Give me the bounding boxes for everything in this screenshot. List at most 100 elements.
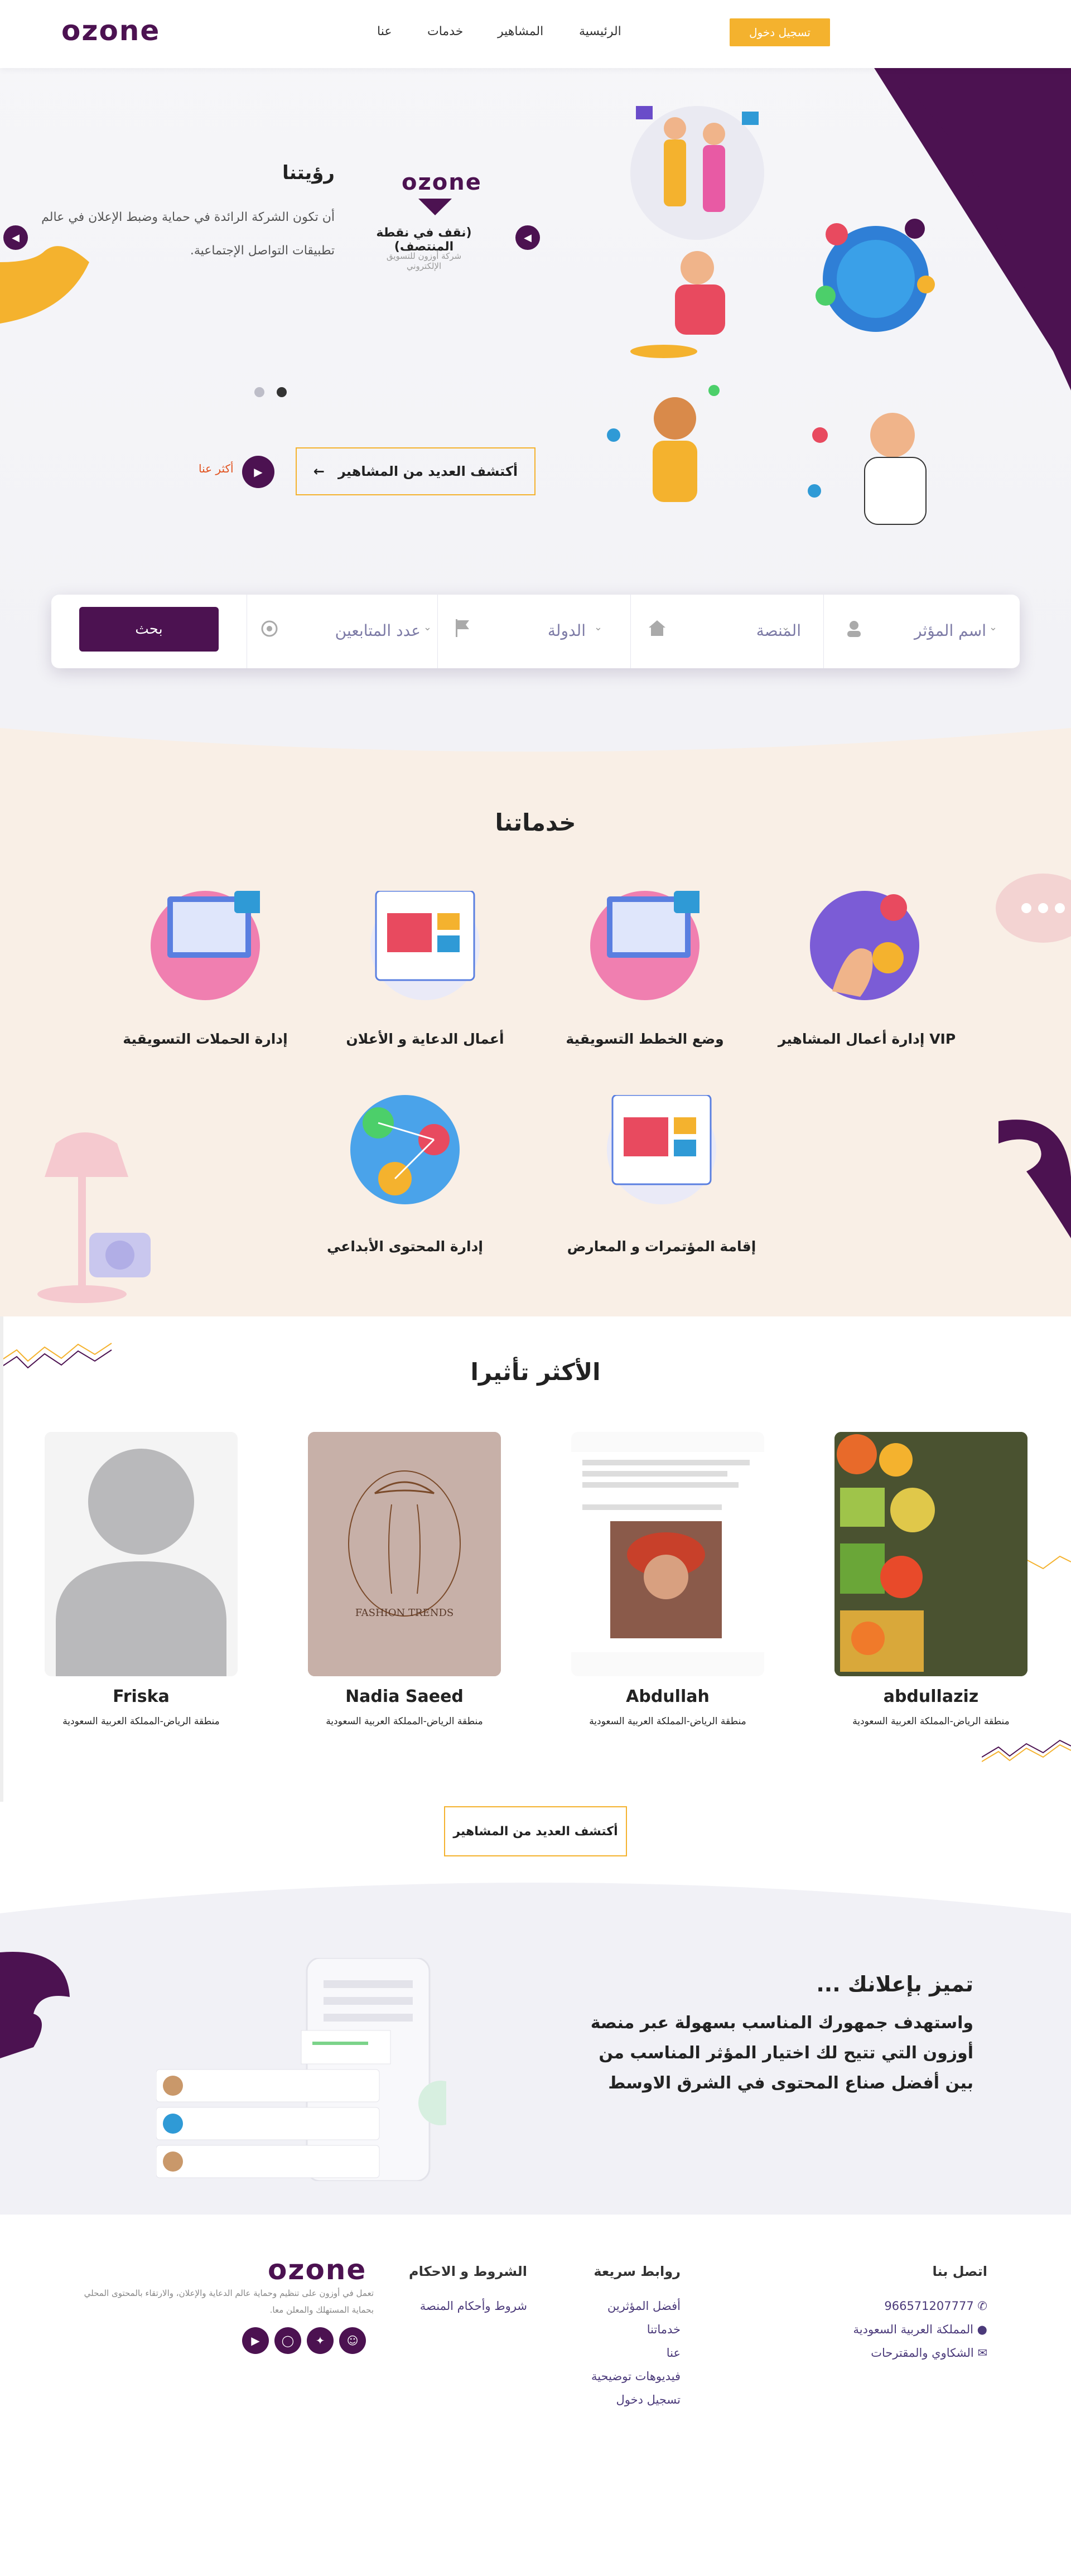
influencer-name: Friska bbox=[113, 1687, 170, 1706]
logo-triangle-icon bbox=[418, 199, 452, 215]
svg-text:FASHION TRENDS: FASHION TRENDS bbox=[355, 1607, 454, 1619]
nav-home[interactable]: الرئيسية bbox=[579, 25, 621, 38]
search-field-country[interactable]: الدولة ⌄ bbox=[437, 595, 630, 668]
promo-top-curve bbox=[0, 1874, 1071, 1913]
influencer-location: منطقة الرياض-المملكة العربية السعودية bbox=[852, 1716, 1010, 1727]
service-label-plans: وضع الخطط التسويقية bbox=[566, 1031, 724, 1047]
influencer-card-abdullaziz[interactable] bbox=[834, 1432, 1027, 1676]
slider-next-button[interactable]: ◀ bbox=[515, 225, 540, 250]
slider-dot-2[interactable] bbox=[277, 387, 287, 397]
phone-guy-illustration bbox=[630, 251, 725, 358]
twitter-icon[interactable]: ✦ bbox=[307, 2327, 334, 2354]
header-logo[interactable]: ozone bbox=[61, 15, 160, 47]
service-label-campaigns: إدارة الحملات التسويقية bbox=[123, 1031, 288, 1047]
service-label-content: إدارة المحتوى الأبداعي bbox=[326, 1238, 483, 1255]
footer-link-services[interactable]: خدماتنا bbox=[647, 2323, 681, 2336]
footer-about-text: تعمل في أوزون على تنظيم وحماية عالم الدع… bbox=[84, 2288, 374, 2315]
youtube-icon[interactable]: ▶ bbox=[242, 2327, 269, 2354]
login-button[interactable]: تسجيل دخول bbox=[730, 18, 830, 46]
influencer-name: Nadia Saeed bbox=[345, 1687, 464, 1706]
vegetables-image bbox=[834, 1432, 1027, 1676]
advertising-icon bbox=[370, 890, 480, 1000]
slider-dot-1[interactable] bbox=[254, 387, 264, 397]
search-bar: اسم المؤثر ⌄ المنصة ⌄ الدولة ⌄ عدد المتا… bbox=[51, 595, 1020, 668]
service-label-conferences: إقامة المؤتمرات و المعارض bbox=[567, 1238, 756, 1255]
flag-icon bbox=[456, 619, 469, 637]
chevron-down-icon: ⌄ bbox=[988, 621, 997, 633]
influencers-title: الأكثر تأثيرا bbox=[470, 1358, 601, 1386]
play-icon[interactable]: ▶ bbox=[242, 456, 274, 488]
footer-link-top-influencers[interactable]: أفضل المؤثرين bbox=[607, 2299, 681, 2313]
service-label-advertising: أعمال الدعاية و الأعلان bbox=[346, 1031, 504, 1047]
footer-phone[interactable]: ✆ 966571207777 bbox=[884, 2299, 987, 2313]
platform-label: المنصة bbox=[756, 621, 801, 640]
vip-management-icon bbox=[810, 891, 919, 1000]
arrow-left-icon: ← bbox=[313, 464, 325, 479]
envelope-icon: ✉ bbox=[977, 2346, 987, 2360]
footer-link-login[interactable]: تسجيل دخول bbox=[616, 2393, 681, 2406]
left-edge-bar bbox=[0, 1316, 3, 1802]
influencer-name: abdullaziz bbox=[883, 1687, 979, 1706]
phone-icon: ✆ bbox=[977, 2299, 987, 2313]
zigzag-decoration bbox=[0, 1343, 112, 1369]
user-icon bbox=[847, 621, 861, 637]
influencer-location: منطقة الرياض-المملكة العربية السعودية bbox=[62, 1716, 220, 1727]
fashion-logo-image: FASHION TRENDS bbox=[308, 1432, 501, 1676]
nav-about[interactable]: عنا bbox=[377, 25, 392, 38]
followers-label: عدد المتابعين bbox=[335, 621, 421, 640]
footer-terms-link[interactable]: شروط وأحكام المنصة bbox=[420, 2299, 527, 2313]
site-header: ozone الرئيسية المشاهير خدمات عنا تسجيل … bbox=[0, 0, 1071, 68]
chat-bubble-decoration bbox=[996, 874, 1071, 943]
purple-arc-decoration bbox=[998, 1120, 1071, 1238]
marketing-plans-icon bbox=[590, 891, 705, 1000]
footer-link-about[interactable]: عنا bbox=[667, 2346, 681, 2360]
nav-services[interactable]: خدمات bbox=[427, 25, 463, 38]
hero-tagline: (نقف في نقطة المنتصف) bbox=[376, 226, 472, 254]
search-field-followers[interactable]: عدد المتابعين ⌄ bbox=[247, 595, 437, 668]
discover-more-celebrities-button[interactable]: أكتشف العديد من المشاهير bbox=[444, 1806, 627, 1856]
chevron-down-icon: ⌄ bbox=[594, 621, 602, 633]
site-footer bbox=[0, 2215, 1071, 2576]
footer-links-title: روابط سريعة bbox=[594, 2264, 681, 2279]
footer-link-videos[interactable]: فيديوهات توضيحية bbox=[591, 2370, 681, 2383]
search-button[interactable]: بحث bbox=[79, 607, 219, 652]
footer-complaints[interactable]: ✉ الشكاوي والمقترحات bbox=[871, 2346, 987, 2360]
people-illustration bbox=[630, 106, 764, 240]
conferences-icon bbox=[607, 1094, 716, 1204]
home-icon bbox=[649, 620, 665, 636]
influencer-name: Abdullah bbox=[626, 1687, 710, 1706]
influencer-card-abdullah[interactable] bbox=[571, 1432, 764, 1676]
influencer-location: منطقة الرياض-المملكة العربية السعودية bbox=[326, 1716, 483, 1727]
footer-complaints-text: الشكاوي والمقترحات bbox=[871, 2346, 974, 2360]
instagram-post-image bbox=[571, 1432, 764, 1676]
search-field-influencer[interactable]: اسم المؤثر ⌄ bbox=[823, 595, 1020, 668]
vision-title: رؤيتنا bbox=[282, 162, 335, 184]
promo-text: واستهدف جمهورك المناسب بسهولة عبر منصة أ… bbox=[590, 2013, 973, 2093]
influencer-name-label: اسم المؤثر bbox=[914, 621, 986, 640]
footer-country-text: المملكة العربية السعودية bbox=[853, 2323, 973, 2336]
creative-content-icon bbox=[350, 1095, 460, 1204]
nav-celebrities[interactable]: المشاهير bbox=[498, 25, 543, 38]
influencer-card-friska[interactable] bbox=[45, 1432, 238, 1676]
discover-celebrities-button[interactable]: أكتشف العديد من المشاهير ← bbox=[296, 447, 536, 495]
snapchat-icon[interactable]: ☺ bbox=[339, 2327, 366, 2354]
slider-prev-button[interactable]: ◀ bbox=[3, 225, 28, 250]
location-pin-icon: ● bbox=[977, 2323, 987, 2336]
zigzag-decoration-bottom bbox=[982, 1739, 1071, 1762]
influencer-card-nadia[interactable]: FASHION TRENDS bbox=[308, 1432, 501, 1676]
vision-text: أن تكون الشركة الرائدة في حماية وضبط الإ… bbox=[41, 210, 335, 258]
more-about-link[interactable]: أكثر عنا bbox=[199, 462, 234, 475]
hero-logo: ozone bbox=[402, 170, 482, 195]
campaigns-management-icon bbox=[151, 891, 266, 1000]
services-title: خدماتنا bbox=[495, 809, 576, 836]
instagram-icon[interactable]: ◯ bbox=[274, 2327, 301, 2354]
target-icon bbox=[261, 620, 278, 637]
avatar-placeholder-icon bbox=[45, 1432, 238, 1676]
services-top-curve bbox=[0, 720, 1071, 752]
footer-country: ● المملكة العربية السعودية bbox=[853, 2323, 987, 2336]
promo-purple-decoration bbox=[0, 1952, 70, 2058]
search-field-platform[interactable]: المنصة ⌄ bbox=[630, 595, 823, 668]
chevron-down-icon: ⌄ bbox=[781, 621, 790, 633]
footer-terms-title: الشروط و الاحكام bbox=[408, 2264, 527, 2279]
globe-illustration bbox=[816, 219, 935, 332]
